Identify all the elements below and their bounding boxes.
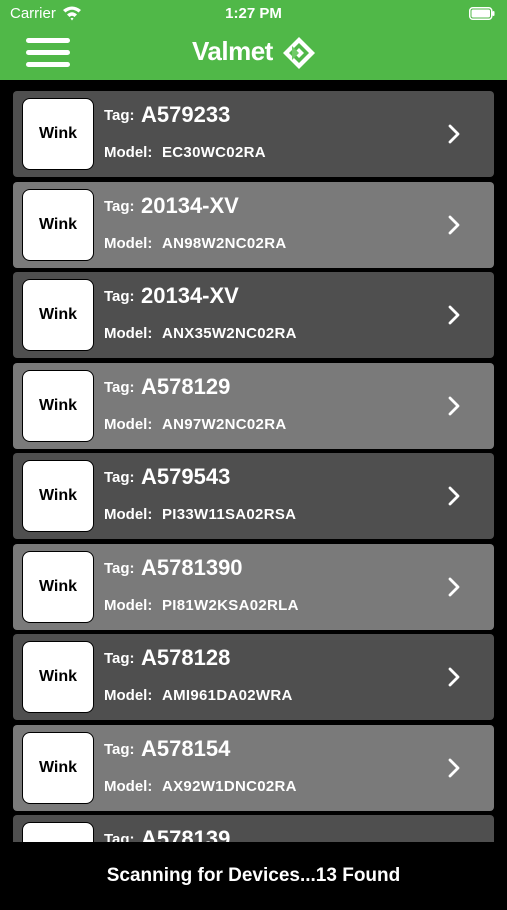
device-tag: 20134-XV [141,192,239,218]
device-tag: A579233 [141,102,231,127]
tag-label: Tag: [104,650,135,667]
chevron-right-icon [448,758,460,777]
wink-button[interactable]: Wink [22,188,94,261]
device-model: PI81W2KSA02RLA [162,596,299,614]
device-model: AX92W1DNC02RA [162,777,297,795]
status-bar: Carrier 1:27 PM [0,0,507,28]
device-model: EC30WC02RA [162,144,266,161]
chevron-right-icon [448,486,460,506]
tag-label: Tag: [104,559,135,577]
valmet-diamond-logo-icon [283,37,315,69]
tag-label: Tag: [104,831,135,842]
model-label: Model: [104,596,153,614]
wink-button[interactable]: Wink [22,822,94,842]
tag-label: Tag: [104,107,135,124]
device-row[interactable]: Wink Tag: 20134-XV Model: AN98W2NC02RA [13,181,494,268]
device-tag: 20134-XV [141,283,239,308]
chevron-right-icon [448,215,460,234]
brand-logo: Valmet [192,34,322,70]
chevron-right-icon [448,124,460,144]
device-row[interactable]: Wink Tag: A578139 [13,815,494,842]
hamburger-menu-icon[interactable] [26,38,70,68]
device-tag: A578128 [141,645,231,670]
device-row[interactable]: Wink Tag: A5781390 Model: PI81W2KSA02RLA [13,543,494,630]
wink-button[interactable]: Wink [22,279,94,351]
device-model: AN97W2NC02RA [162,415,287,433]
device-list[interactable]: Wink Tag: A579233 Model: EC30WC02RA Wink Tag: 2… [0,80,507,842]
device-row[interactable]: Wink Tag: A578154 Model: AX92W1DNC02RA [13,724,494,811]
wink-button[interactable]: Wink [22,369,94,442]
model-label: Model: [104,325,153,342]
wink-button[interactable]: Wink [22,550,94,623]
device-row[interactable]: Wink Tag: 20134-XV Model: ANX35W2NC02RA [13,272,494,358]
tag-label: Tag: [104,378,135,396]
device-row[interactable]: Wink Tag: A578129 Model: AN97W2NC02RA [13,362,494,449]
device-model: AN98W2NC02RA [162,234,287,252]
chevron-right-icon [448,305,460,325]
device-model: AMI961DA02WRA [162,687,293,704]
device-tag: A578139 [141,826,231,842]
tag-label: Tag: [104,288,135,305]
model-label: Model: [104,144,153,161]
device-tag: A5781390 [141,554,243,580]
model-label: Model: [104,415,153,433]
device-tag: A579543 [141,464,231,489]
model-label: Model: [104,687,153,704]
device-row[interactable]: Wink Tag: A579543 Model: PI33W11SA02RSA [13,453,494,539]
battery-icon [469,7,495,20]
wink-button[interactable]: Wink [22,460,94,532]
status-time: 1:27 PM [225,5,282,22]
wink-button[interactable]: Wink [22,98,94,170]
device-row[interactable]: Wink Tag: A579233 Model: EC30WC02RA [13,91,494,177]
model-label: Model: [104,777,153,795]
device-model: PI33W11SA02RSA [162,506,297,523]
device-row[interactable]: Wink Tag: A578128 Model: AMI961DA02WRA [13,634,494,720]
app-header: Carrier 1:27 PM Valmet [0,0,507,80]
wink-button[interactable]: Wink [22,731,94,804]
wink-button[interactable]: Wink [22,641,94,713]
device-tag: A578154 [141,735,231,761]
brand-name: Valmet [192,36,273,66]
tag-label: Tag: [104,740,135,758]
scan-status: Scanning for Devices...13 Found [0,842,507,900]
chevron-right-icon [448,396,460,415]
chevron-right-icon [448,577,460,596]
device-tag: A578129 [141,373,231,399]
device-model: ANX35W2NC02RA [162,325,297,342]
chevron-right-icon [448,667,460,687]
model-label: Model: [104,506,153,523]
model-label: Model: [104,234,153,252]
tag-label: Tag: [104,197,135,215]
tag-label: Tag: [104,469,135,486]
